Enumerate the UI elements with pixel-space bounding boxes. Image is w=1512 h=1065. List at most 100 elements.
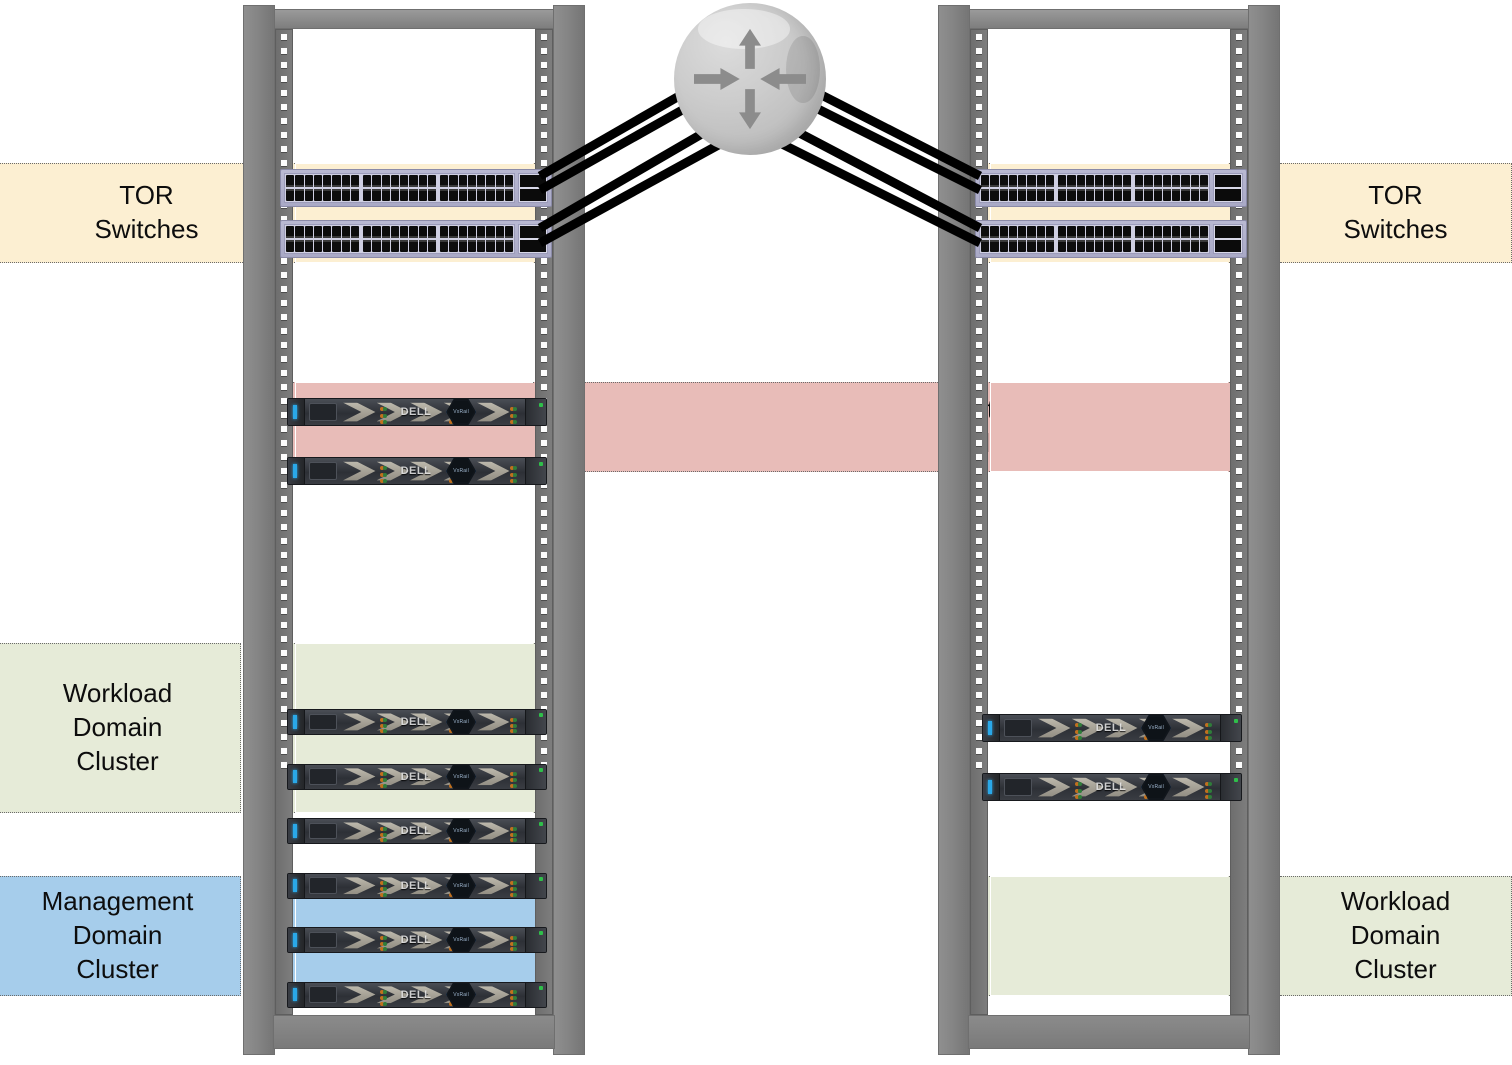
switch-port[interactable]	[1172, 175, 1181, 187]
switch-port[interactable]	[467, 240, 476, 252]
tor-switch-left-1[interactable]	[280, 169, 552, 207]
switch-uplink-module[interactable]	[518, 224, 548, 254]
server-workload-left-5[interactable]: DELL VxRail	[287, 927, 547, 953]
server-lcd-panel[interactable]	[309, 461, 337, 481]
switch-port[interactable]	[313, 226, 322, 238]
switch-port[interactable]	[390, 175, 399, 187]
switch-port[interactable]	[990, 240, 999, 252]
switch-port[interactable]	[418, 226, 427, 238]
server-workload-left-3[interactable]: DELL VxRail	[287, 818, 547, 844]
switch-port[interactable]	[390, 240, 399, 252]
switch-port[interactable]	[1085, 189, 1094, 201]
switch-port[interactable]	[1135, 189, 1144, 201]
switch-port[interactable]	[381, 240, 390, 252]
switch-port[interactable]	[1181, 226, 1190, 238]
switch-port[interactable]	[999, 240, 1008, 252]
switch-port[interactable]	[1190, 240, 1199, 252]
switch-port[interactable]	[486, 189, 495, 201]
switch-uplink-port[interactable]	[520, 226, 546, 238]
switch-port[interactable]	[1058, 175, 1067, 187]
switch-port[interactable]	[1113, 189, 1122, 201]
switch-port[interactable]	[372, 240, 381, 252]
server-multirack-left-2[interactable]: DELL VxRail	[287, 457, 547, 485]
switch-port[interactable]	[477, 226, 486, 238]
tor-switch-left-2[interactable]	[280, 220, 552, 258]
switch-port[interactable]	[341, 189, 350, 201]
switch-port[interactable]	[1162, 240, 1171, 252]
switch-port[interactable]	[1036, 226, 1045, 238]
switch-port[interactable]	[427, 226, 436, 238]
switch-port[interactable]	[427, 240, 436, 252]
switch-port[interactable]	[440, 226, 449, 238]
switch-uplink-port[interactable]	[520, 189, 546, 201]
switch-port[interactable]	[1085, 175, 1094, 187]
switch-port[interactable]	[1008, 240, 1017, 252]
switch-port[interactable]	[400, 175, 409, 187]
switch-port[interactable]	[341, 240, 350, 252]
server-lcd-panel[interactable]	[309, 402, 337, 422]
switch-port[interactable]	[1095, 175, 1104, 187]
switch-port[interactable]	[1135, 175, 1144, 187]
switch-port[interactable]	[332, 226, 341, 238]
switch-port[interactable]	[418, 175, 427, 187]
switch-port[interactable]	[1027, 175, 1036, 187]
switch-port[interactable]	[1008, 175, 1017, 187]
switch-port[interactable]	[467, 226, 476, 238]
switch-port[interactable]	[1172, 189, 1181, 201]
switch-port[interactable]	[1036, 189, 1045, 201]
switch-port[interactable]	[381, 226, 390, 238]
switch-port[interactable]	[286, 189, 295, 201]
switch-uplink-module[interactable]	[1213, 224, 1243, 254]
switch-port[interactable]	[341, 175, 350, 187]
switch-port[interactable]	[999, 175, 1008, 187]
switch-port[interactable]	[1085, 226, 1094, 238]
switch-port[interactable]	[427, 175, 436, 187]
switch-port[interactable]	[1076, 226, 1085, 238]
switch-port[interactable]	[381, 189, 390, 201]
switch-port[interactable]	[1045, 175, 1054, 187]
switch-port[interactable]	[458, 240, 467, 252]
server-lcd-panel[interactable]	[309, 986, 337, 1003]
switch-port[interactable]	[1027, 226, 1036, 238]
server-multirack-right-2[interactable]: DELL VxRail	[982, 773, 1242, 801]
switch-uplink-port[interactable]	[1215, 175, 1241, 187]
switch-port[interactable]	[1045, 226, 1054, 238]
switch-port[interactable]	[313, 175, 322, 187]
switch-port[interactable]	[1199, 175, 1208, 187]
switch-port[interactable]	[332, 189, 341, 201]
switch-port[interactable]	[1045, 240, 1054, 252]
switch-port[interactable]	[350, 189, 359, 201]
switch-port[interactable]	[440, 175, 449, 187]
switch-port[interactable]	[363, 175, 372, 187]
switch-port[interactable]	[486, 175, 495, 187]
server-lcd-panel[interactable]	[1004, 777, 1032, 797]
switch-port[interactable]	[440, 240, 449, 252]
switch-port[interactable]	[390, 189, 399, 201]
switch-port[interactable]	[486, 240, 495, 252]
switch-port[interactable]	[1144, 226, 1153, 238]
tor-switch-right-1[interactable]	[975, 169, 1247, 207]
switch-port[interactable]	[477, 175, 486, 187]
switch-port[interactable]	[286, 175, 295, 187]
switch-port[interactable]	[363, 240, 372, 252]
switch-port[interactable]	[1162, 175, 1171, 187]
switch-port[interactable]	[981, 226, 990, 238]
server-workload-left-2[interactable]: DELL VxRail	[287, 763, 547, 790]
server-multirack-right-1[interactable]: DELL VxRail	[982, 714, 1242, 742]
switch-port[interactable]	[372, 175, 381, 187]
switch-port[interactable]	[1104, 175, 1113, 187]
switch-port[interactable]	[504, 189, 513, 201]
switch-port[interactable]	[1144, 175, 1153, 187]
switch-port[interactable]	[1018, 226, 1027, 238]
switch-port[interactable]	[1104, 226, 1113, 238]
switch-port[interactable]	[990, 226, 999, 238]
switch-port[interactable]	[363, 226, 372, 238]
switch-port[interactable]	[1067, 240, 1076, 252]
switch-port[interactable]	[372, 189, 381, 201]
switch-port[interactable]	[1153, 189, 1162, 201]
switch-port[interactable]	[409, 240, 418, 252]
switch-port[interactable]	[1036, 240, 1045, 252]
switch-port[interactable]	[1027, 189, 1036, 201]
switch-port[interactable]	[1181, 240, 1190, 252]
switch-port[interactable]	[286, 240, 295, 252]
